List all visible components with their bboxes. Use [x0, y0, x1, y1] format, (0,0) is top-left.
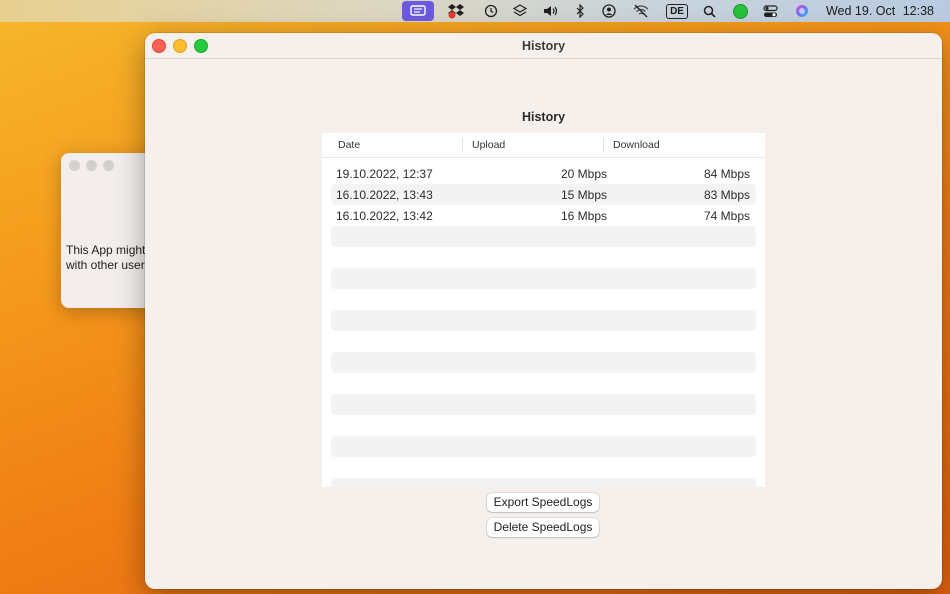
search-icon[interactable]	[703, 0, 716, 22]
keyboard-layout-icon[interactable]: DE	[666, 0, 688, 22]
table-header: Date Upload Download	[322, 133, 765, 158]
column-header-date[interactable]: Date	[322, 138, 463, 152]
menu-clock[interactable]: Wed 19. Oct 12:38	[822, 4, 934, 18]
empty-row	[331, 352, 756, 373]
empty-row	[331, 457, 756, 478]
bluetooth-icon[interactable]	[575, 0, 585, 22]
cell-download: 74 Mbps	[703, 208, 750, 223]
close-button[interactable]	[152, 39, 166, 53]
inactive-zoom-button[interactable]	[103, 159, 114, 171]
cell-download: 84 Mbps	[703, 166, 750, 181]
window-title: History	[521, 38, 566, 53]
cell-date: 16.10.2022, 13:42	[336, 208, 433, 223]
empty-row	[331, 331, 756, 352]
empty-row	[331, 478, 756, 487]
cell-upload: 20 Mbps	[560, 166, 607, 181]
empty-row	[331, 394, 756, 415]
clock-day: Wed 19. Oct	[825, 4, 896, 18]
window-titlebar[interactable]: History	[145, 33, 942, 59]
background-dialog-line-1: This App might	[66, 243, 146, 257]
siri-icon[interactable]	[795, 0, 809, 22]
export-speedlogs-button[interactable]: Export SpeedLogs	[487, 493, 599, 512]
cell-upload: 16 Mbps	[560, 208, 607, 223]
empty-row	[331, 415, 756, 436]
speedlogs-app-icon[interactable]	[402, 1, 435, 21]
wifi-off-icon[interactable]	[633, 0, 649, 22]
section-title: History	[521, 110, 566, 124]
minimize-button[interactable]	[173, 39, 187, 53]
volume-icon[interactable]	[542, 0, 560, 22]
cell-date: 16.10.2022, 13:43	[336, 187, 433, 202]
clock-time: 12:38	[902, 4, 934, 18]
time-machine-icon[interactable]	[484, 0, 498, 22]
keyboard-layout-label: DE	[666, 3, 688, 19]
history-window: History History Date Upload Download 19.…	[145, 33, 942, 589]
empty-row	[331, 247, 756, 268]
empty-row	[331, 436, 756, 457]
dropbox-icon[interactable]	[447, 0, 465, 22]
empty-row	[331, 373, 756, 394]
cell-upload: 15 Mbps	[560, 187, 607, 202]
delete-speedlogs-button[interactable]: Delete SpeedLogs	[487, 518, 599, 537]
menu-bar: DE Wed 19. Oct 12:38	[0, 0, 950, 22]
empty-row-stripes	[322, 226, 765, 487]
column-header-download[interactable]: Download	[604, 138, 660, 152]
user-icon[interactable]	[602, 0, 616, 22]
background-dialog-line-2: with other user	[66, 258, 145, 272]
control-center-icon[interactable]	[763, 0, 778, 22]
empty-row	[331, 289, 756, 310]
history-table[interactable]: Date Upload Download 19.10.2022, 12:37 2…	[322, 133, 765, 487]
table-row[interactable]: 16.10.2022, 13:43 15 Mbps 83 Mbps	[331, 184, 756, 205]
layers-icon[interactable]	[513, 0, 528, 22]
table-row[interactable]: 16.10.2022, 13:42 16 Mbps 74 Mbps	[331, 205, 756, 226]
empty-row	[331, 268, 756, 289]
cell-date: 19.10.2022, 12:37	[336, 166, 433, 181]
table-row[interactable]: 19.10.2022, 12:37 20 Mbps 84 Mbps	[331, 163, 756, 184]
empty-row	[331, 310, 756, 331]
background-dialog-message: This App might with other user	[66, 243, 145, 273]
inactive-minimize-button[interactable]	[86, 159, 97, 171]
cell-download: 83 Mbps	[703, 187, 750, 202]
empty-row	[331, 226, 756, 247]
zoom-button[interactable]	[194, 39, 208, 53]
column-header-upload[interactable]: Upload	[463, 138, 604, 152]
inactive-close-button[interactable]	[69, 159, 80, 171]
status-dot-icon[interactable]	[732, 0, 748, 22]
